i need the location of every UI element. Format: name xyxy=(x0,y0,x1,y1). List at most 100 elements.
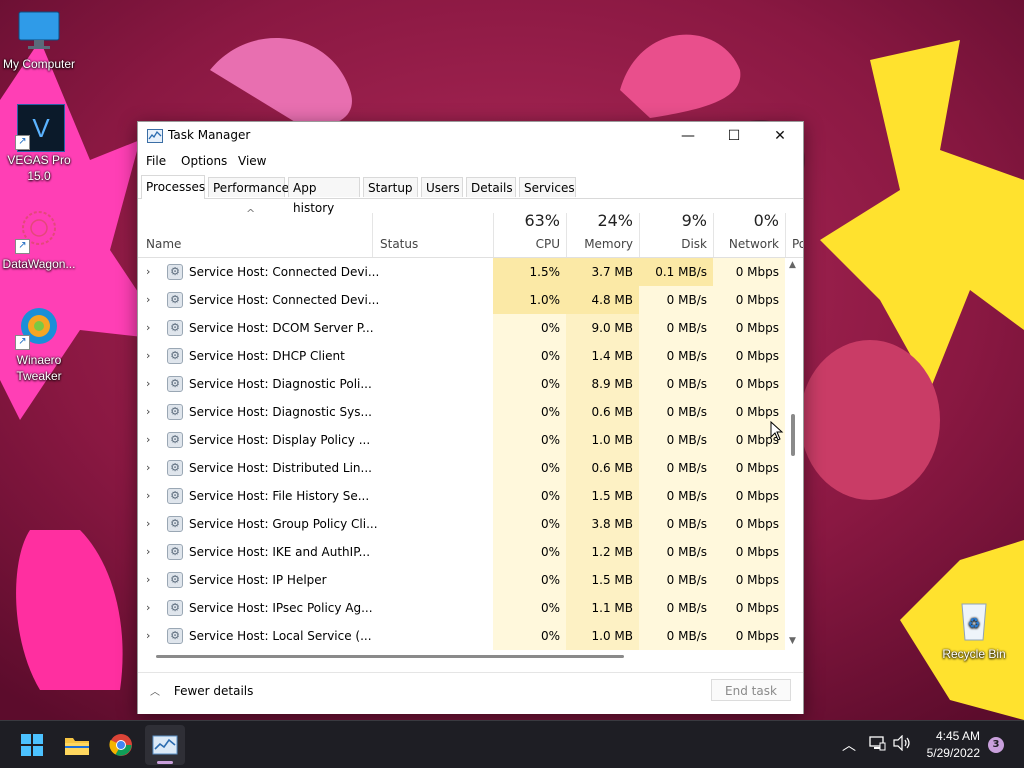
service-gear-icon: ⚙ xyxy=(167,628,183,644)
notification-badge[interactable]: 3 xyxy=(988,737,1004,753)
window-title: Task Manager xyxy=(168,128,251,142)
process-name: Service Host: Local Service (... xyxy=(189,629,372,643)
disk-total-percent: 9% xyxy=(681,211,707,230)
file-explorer-button[interactable] xyxy=(57,725,97,765)
maximize-button[interactable]: ☐ xyxy=(711,122,757,150)
minimize-button[interactable]: — xyxy=(665,122,711,150)
process-name: Service Host: Connected Devi... xyxy=(189,293,380,307)
chrome-button[interactable] xyxy=(101,725,141,765)
process-row[interactable]: › ⚙ Service Host: IP Helper 0% 1.5 MB 0 MB/s 0… xyxy=(138,566,785,594)
memory-cell: 1.5 MB xyxy=(566,566,639,594)
process-row[interactable]: › ⚙ Service Host: Distributed Lin... 0% 0.6 … xyxy=(138,454,785,482)
process-row[interactable]: › ⚙ Service Host: IKE and AuthIP... 0% 1.2 M… xyxy=(138,538,785,566)
expand-chevron-icon[interactable]: › xyxy=(146,433,150,446)
desktop-icon-recycle-bin[interactable]: ♻ Recycle Bin xyxy=(934,598,1014,662)
process-name: Service Host: Diagnostic Sys... xyxy=(189,405,372,419)
desktop-icon-winaero-tweaker[interactable]: ↗ Winaero Tweaker xyxy=(0,304,79,384)
column-header-disk[interactable]: 9% Disk xyxy=(639,199,713,257)
horizontal-scrollbar[interactable] xyxy=(138,650,785,664)
end-task-button[interactable]: End task xyxy=(711,679,791,701)
tab-app-history[interactable]: App history xyxy=(288,177,360,215)
expand-chevron-icon[interactable]: › xyxy=(146,517,150,530)
process-row[interactable]: › ⚙ Service Host: DCOM Server P... 0% 9.0 MB… xyxy=(138,314,785,342)
expand-chevron-icon[interactable]: › xyxy=(146,265,150,278)
process-row[interactable]: › ⚙ Service Host: File History Se... 0% 1.5 … xyxy=(138,482,785,510)
expand-chevron-icon[interactable]: › xyxy=(146,461,150,474)
expand-chevron-icon[interactable]: › xyxy=(146,293,150,306)
shortcut-arrow-icon: ↗ xyxy=(15,239,30,254)
expand-chevron-icon[interactable]: › xyxy=(146,629,150,642)
menu-view[interactable]: View xyxy=(238,154,266,168)
desktop-icon-label: Recycle Bin xyxy=(942,647,1006,661)
process-row[interactable]: › ⚙ Service Host: DHCP Client 0% 1.4 MB 0 MB/… xyxy=(138,342,785,370)
vertical-scrollbar[interactable]: ▲ ▼ xyxy=(785,258,801,650)
network-cell: 0 Mbps xyxy=(713,342,785,370)
task-manager-taskbar-button[interactable] xyxy=(145,725,185,765)
tab-processes[interactable]: Processes xyxy=(141,175,205,199)
scroll-down-arrow-icon[interactable]: ▼ xyxy=(789,636,796,646)
process-row[interactable]: › ⚙ Service Host: Diagnostic Sys... 0% 0.6 M… xyxy=(138,398,785,426)
minimize-icon: — xyxy=(681,128,695,144)
disk-cell: 0 MB/s xyxy=(639,398,713,426)
tab-users[interactable]: Users xyxy=(421,177,463,197)
process-list: › ⚙ Service Host: Connected Devi... 1.5% 3.7… xyxy=(138,258,785,650)
column-header-status[interactable]: Status xyxy=(373,199,493,257)
window-footer: ︿ Fewer details End task xyxy=(138,672,803,714)
column-header-power[interactable]: Po xyxy=(786,199,803,257)
desktop-icon-datawagon[interactable]: ↗ DataWagon... xyxy=(0,208,79,272)
network-icon[interactable] xyxy=(868,735,886,755)
process-name: Service Host: Display Policy ... xyxy=(189,433,371,447)
horizontal-scroll-thumb[interactable] xyxy=(156,655,624,658)
desktop-icon-my-computer[interactable]: My Computer xyxy=(0,8,79,72)
process-row[interactable]: › ⚙ Service Host: Diagnostic Poli... 0% 8.9 … xyxy=(138,370,785,398)
scroll-up-arrow-icon[interactable]: ▲ xyxy=(789,260,796,270)
tab-services[interactable]: Services xyxy=(519,177,576,197)
memory-total-percent: 24% xyxy=(597,211,633,230)
expand-chevron-icon[interactable]: › xyxy=(146,349,150,362)
menu-file[interactable]: File xyxy=(146,154,166,168)
tab-performance[interactable]: Performance xyxy=(208,177,289,197)
cpu-cell: 0% xyxy=(493,622,566,650)
process-row[interactable]: › ⚙ Service Host: Connected Devi... 1.5% 3.7… xyxy=(138,258,785,286)
column-header-name[interactable]: ^ Name xyxy=(138,199,372,257)
cpu-cell: 0% xyxy=(493,398,566,426)
expand-chevron-icon[interactable]: › xyxy=(146,377,150,390)
chevron-up-icon: ︿ xyxy=(150,687,160,698)
process-name: Service Host: Connected Devi... xyxy=(189,265,380,279)
process-row[interactable]: › ⚙ Service Host: Display Policy ... 0% 1.0 … xyxy=(138,426,785,454)
tab-startup[interactable]: Startup xyxy=(363,177,418,197)
menu-options[interactable]: Options xyxy=(181,154,227,168)
column-header-cpu[interactable]: 63% CPU xyxy=(493,199,566,257)
chrome-icon xyxy=(109,734,132,756)
expand-chevron-icon[interactable]: › xyxy=(146,601,150,614)
vertical-scroll-thumb[interactable] xyxy=(791,414,795,456)
process-row[interactable]: › ⚙ Service Host: Connected Devi... 1.0% 4.8… xyxy=(138,286,785,314)
expand-chevron-icon[interactable]: › xyxy=(146,405,150,418)
column-header-memory[interactable]: 24% Memory xyxy=(566,199,639,257)
desktop-icon-vegas-pro[interactable]: V ↗ VEGAS Pro 15.0 xyxy=(0,104,79,184)
process-row[interactable]: › ⚙ Service Host: Group Policy Cli... 0% 3.8… xyxy=(138,510,785,538)
close-button[interactable]: ✕ xyxy=(757,122,803,150)
cpu-cell: 0% xyxy=(493,482,566,510)
tab-details[interactable]: Details xyxy=(466,177,516,197)
expand-chevron-icon[interactable]: › xyxy=(146,489,150,502)
fewer-details-button[interactable]: ︿ Fewer details xyxy=(150,683,253,698)
memory-cell: 3.7 MB xyxy=(566,258,639,286)
title-bar[interactable]: Task Manager — ☐ ✕ xyxy=(138,122,803,150)
clock[interactable]: 4:45 AM 5/29/2022 xyxy=(927,728,980,762)
expand-chevron-icon[interactable]: › xyxy=(146,545,150,558)
column-header-network[interactable]: 0% Network xyxy=(713,199,785,257)
volume-icon[interactable] xyxy=(892,734,912,755)
expand-chevron-icon[interactable]: › xyxy=(146,573,150,586)
process-row[interactable]: › ⚙ Service Host: IPsec Policy Ag... 0% 1.1 … xyxy=(138,594,785,622)
start-button[interactable] xyxy=(12,725,52,765)
cpu-cell: 0% xyxy=(493,510,566,538)
chevron-up-icon[interactable]: ︿ xyxy=(842,735,856,755)
cpu-total-percent: 63% xyxy=(524,211,560,230)
monitor-icon xyxy=(15,8,63,54)
process-row[interactable]: › ⚙ Service Host: Local Service (... 0% 1.0 … xyxy=(138,622,785,650)
expand-chevron-icon[interactable]: › xyxy=(146,321,150,334)
disk-cell: 0 MB/s xyxy=(639,286,713,314)
cpu-cell: 0% xyxy=(493,314,566,342)
memory-cell: 1.0 MB xyxy=(566,622,639,650)
